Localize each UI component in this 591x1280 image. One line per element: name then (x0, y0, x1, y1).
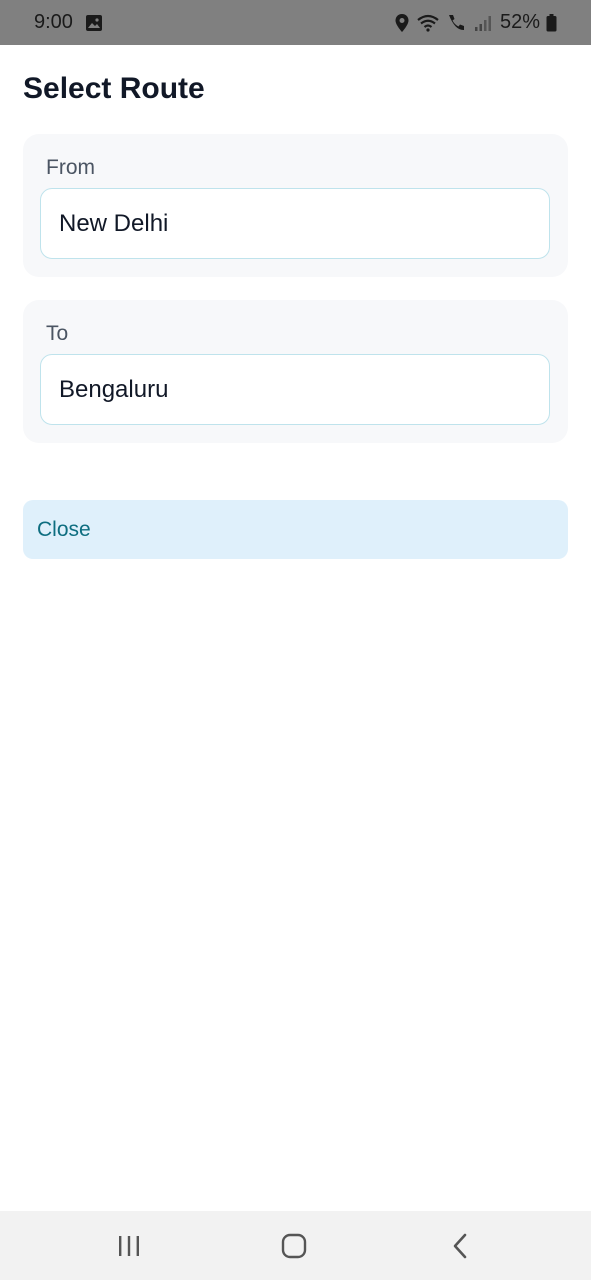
recent-apps-button[interactable] (89, 1211, 169, 1280)
signal-icon (474, 14, 492, 32)
back-icon (452, 1233, 468, 1259)
wifi-icon (416, 13, 440, 33)
to-card: To (23, 300, 568, 443)
back-button[interactable] (420, 1211, 500, 1280)
battery-icon (546, 13, 557, 32)
location-icon (394, 13, 410, 33)
home-icon (281, 1233, 307, 1259)
from-card: From (23, 134, 568, 277)
navigation-bar (0, 1211, 591, 1280)
status-time: 9:00 (34, 11, 73, 33)
recent-apps-icon (117, 1235, 141, 1257)
battery-percent: 52% (499, 11, 540, 33)
close-button[interactable]: Close (23, 500, 568, 559)
home-button[interactable] (254, 1211, 334, 1280)
image-icon (85, 14, 103, 32)
status-bar: 9:00 52% (0, 0, 591, 45)
to-label: To (46, 322, 69, 345)
page-title: Select Route (23, 72, 205, 105)
to-input[interactable] (40, 354, 550, 425)
from-label: From (46, 156, 95, 179)
from-input[interactable] (40, 188, 550, 259)
call-icon (446, 13, 468, 33)
